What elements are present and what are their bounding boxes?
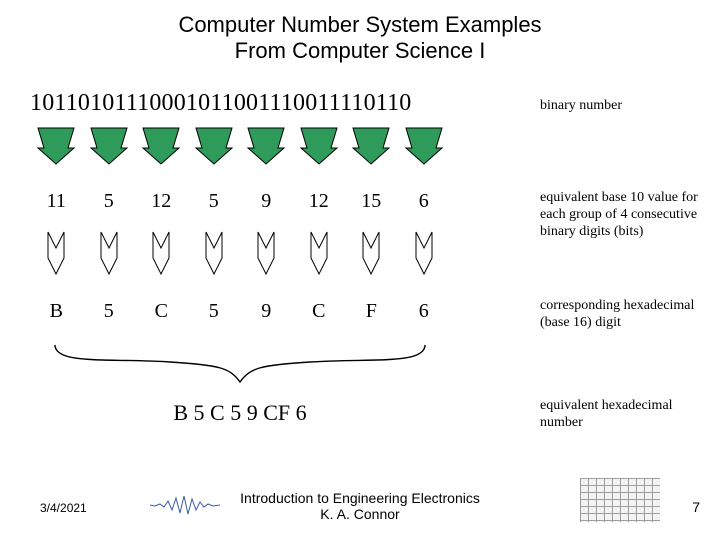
group-arrow-icon: [141, 126, 181, 166]
group-arrow-icon: [246, 126, 286, 166]
hex-digit: 6: [398, 300, 451, 323]
group-arrow-icon: [194, 126, 234, 166]
group-arrow-icon: [299, 126, 339, 166]
curly-brace-icon: [50, 340, 430, 385]
base10-value: 15: [345, 190, 398, 213]
hex-digit: F: [345, 300, 398, 323]
base10-value: 5: [83, 190, 136, 213]
chevron-down-icon: [150, 230, 172, 278]
hex-digit: C: [293, 300, 346, 323]
chevron-down-icon: [413, 230, 435, 278]
hex-digit: B: [30, 300, 83, 323]
hex-digits-row: B 5 C 5 9 C F 6: [30, 300, 450, 323]
diagram-thumbnail: [580, 478, 660, 522]
slide-title: Computer Number System Examples From Com…: [0, 0, 720, 65]
base10-value: 9: [240, 190, 293, 213]
label-base10: equivalent base 10 value for each group …: [540, 190, 710, 240]
hex-number: B 5 C 5 9 CF 6: [30, 400, 450, 426]
base10-value: 5: [188, 190, 241, 213]
chevron-down-icon: [45, 230, 67, 278]
chevron-arrows-row: [30, 230, 450, 278]
label-hexnum: equivalent hexadecimal number: [540, 398, 710, 432]
group-arrow-icon: [404, 126, 444, 166]
footer-page-number: 7: [692, 499, 700, 515]
title-line-2: From Computer Science I: [0, 38, 720, 64]
label-binary: binary number: [540, 98, 710, 115]
chevron-down-icon: [98, 230, 120, 278]
base10-value: 12: [135, 190, 188, 213]
chevron-down-icon: [360, 230, 382, 278]
hex-digit: 5: [188, 300, 241, 323]
title-line-1: Computer Number System Examples: [0, 12, 720, 38]
chevron-down-icon: [255, 230, 277, 278]
group-arrow-icon: [36, 126, 76, 166]
group-arrow-icon: [89, 126, 129, 166]
chevron-down-icon: [203, 230, 225, 278]
base10-row: 11 5 12 5 9 12 15 6: [30, 190, 450, 213]
label-hexdigit: corresponding hexadecimal (base 16) digi…: [540, 298, 710, 332]
base10-value: 11: [30, 190, 83, 213]
hex-digit: 9: [240, 300, 293, 323]
content-stage: 10110101110001011001110011110110 11 5 12…: [30, 90, 560, 117]
chevron-down-icon: [308, 230, 330, 278]
group-arrow-icon: [351, 126, 391, 166]
hex-digit: C: [135, 300, 188, 323]
binary-number: 10110101110001011001110011110110: [30, 90, 560, 117]
base10-value: 6: [398, 190, 451, 213]
base10-value: 12: [293, 190, 346, 213]
group-arrows-row: [30, 126, 450, 166]
hex-digit: 5: [83, 300, 136, 323]
